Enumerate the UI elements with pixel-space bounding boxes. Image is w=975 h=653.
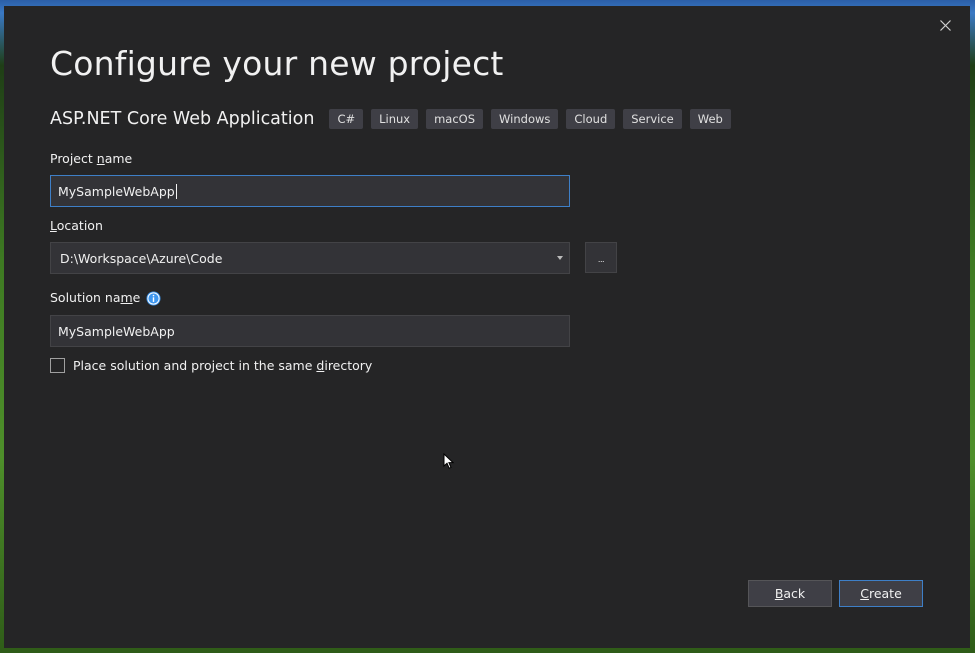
same-directory-option[interactable]: Place solution and project in the same d…: [50, 358, 372, 373]
project-name-access-key: n: [96, 151, 105, 166]
mouse-pointer-icon: [443, 453, 455, 469]
browse-label: ...: [597, 255, 605, 264]
location-combobox[interactable]: D:\Workspace\Azure\Code: [50, 242, 570, 274]
project-name-input[interactable]: MySampleWebApp: [50, 175, 570, 207]
tag-web: Web: [689, 109, 731, 129]
page-title: Configure your new project: [50, 44, 504, 83]
tag-linux: Linux: [371, 109, 419, 129]
solution-name-label-post: e: [132, 290, 141, 305]
solution-name-input[interactable]: MySampleWebApp: [50, 315, 570, 347]
solution-name-label: Solution name: [50, 290, 161, 306]
info-icon[interactable]: [146, 291, 161, 306]
project-name-label: Project name: [50, 151, 132, 166]
solution-name-access-key: m: [120, 290, 133, 305]
solution-name-value: MySampleWebApp: [58, 323, 175, 339]
back-label-post: ack: [783, 586, 806, 601]
same-directory-label: Place solution and project in the same d…: [73, 358, 372, 373]
location-access-key: L: [50, 218, 57, 233]
project-name-label-pre: Project: [50, 151, 97, 166]
configure-project-dialog: Configure your new project ASP.NET Core …: [4, 6, 970, 648]
create-access-key: C: [860, 586, 869, 601]
location-label: Location: [50, 218, 103, 233]
tag-windows: Windows: [491, 109, 559, 129]
text-caret: [175, 183, 177, 199]
location-value: D:\Workspace\Azure\Code: [60, 250, 223, 266]
template-tags: C# Linux macOS Windows Cloud Service Web: [329, 109, 731, 129]
same-directory-checkbox[interactable]: [50, 358, 65, 373]
same-directory-label-post: irectory: [324, 358, 373, 373]
close-icon: [939, 19, 951, 31]
create-label-post: reate: [868, 586, 902, 601]
tag-macos: macOS: [426, 109, 484, 129]
back-access-key: B: [774, 586, 784, 601]
solution-name-label-pre: Solution na: [50, 290, 121, 305]
template-name: ASP.NET Core Web Application: [50, 109, 315, 129]
tag-csharp: C#: [329, 109, 364, 129]
project-name-value: MySampleWebApp: [58, 183, 175, 199]
back-button[interactable]: Back: [748, 580, 832, 607]
project-name-label-post: ame: [104, 151, 133, 166]
location-label-post: ocation: [56, 218, 103, 233]
tag-cloud: Cloud: [566, 109, 616, 129]
chevron-down-icon[interactable]: [557, 256, 563, 260]
template-row: ASP.NET Core Web Application C# Linux ma…: [50, 109, 731, 129]
tag-service: Service: [623, 109, 682, 129]
same-directory-label-pre: Place solution and project in the same: [73, 358, 317, 373]
close-button[interactable]: [934, 14, 956, 36]
browse-button[interactable]: ...: [585, 242, 617, 273]
create-button[interactable]: Create: [839, 580, 923, 607]
